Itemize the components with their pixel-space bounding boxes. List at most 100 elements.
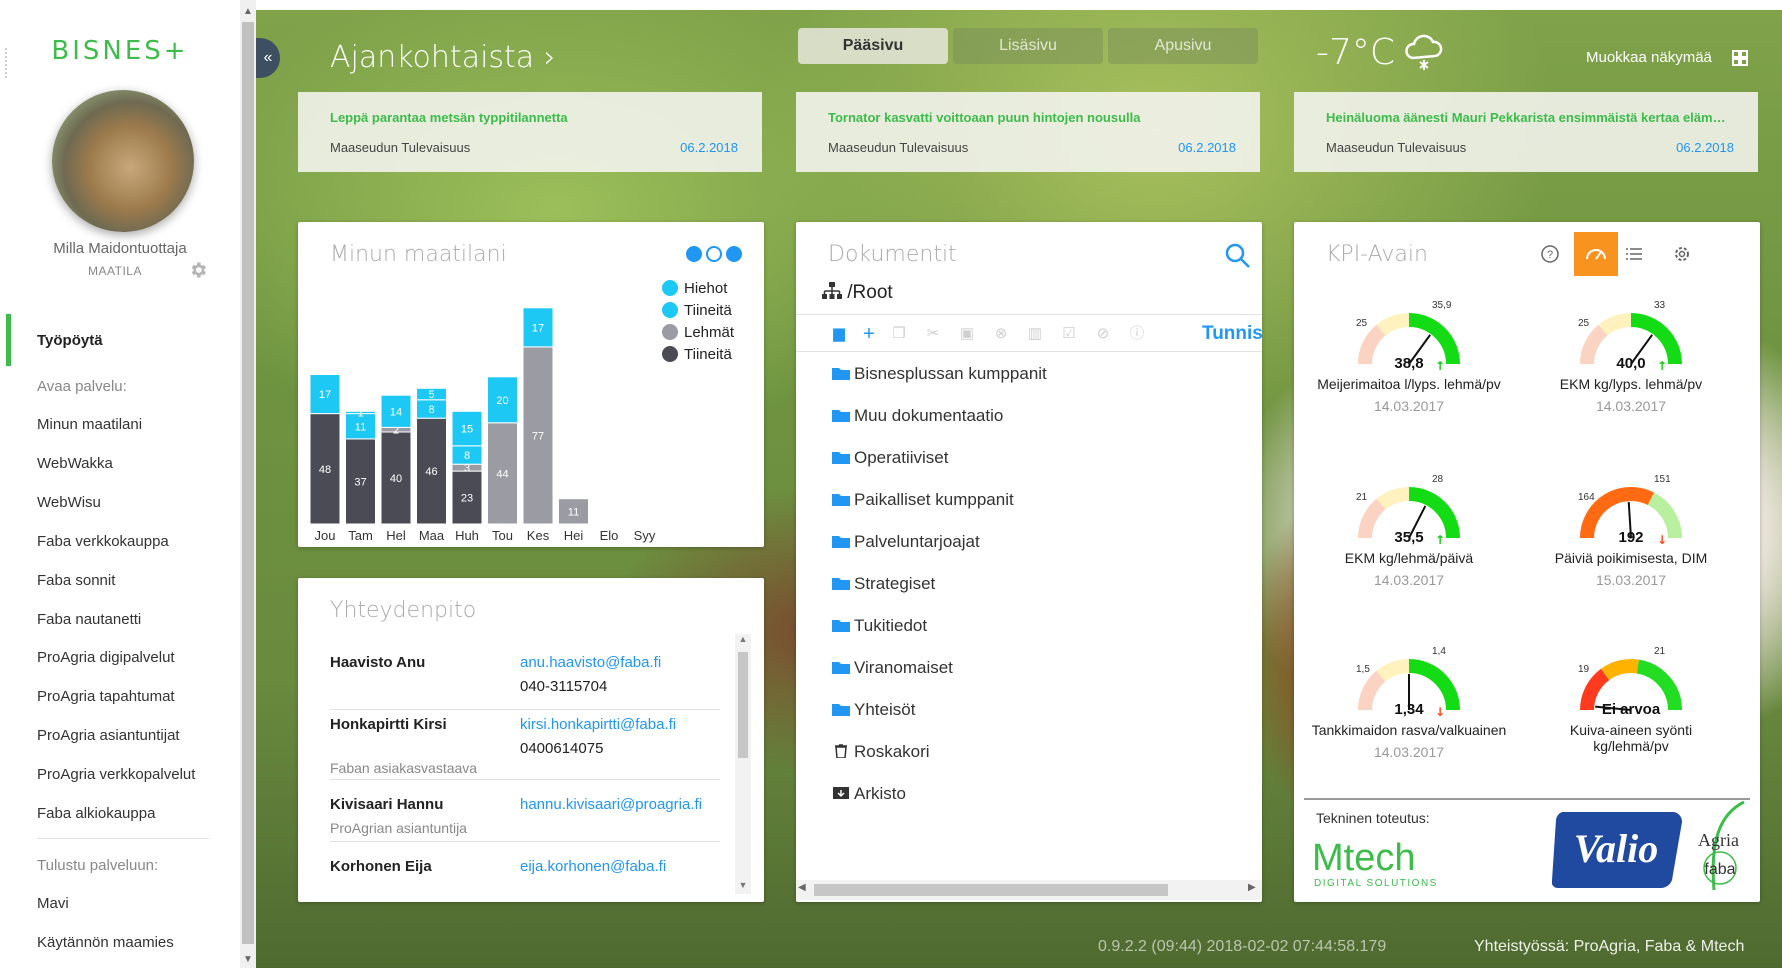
kpi-gauge[interactable]: 19 21 Ei arvoa Kuiva-aineen syönti kg/lehmä… (1516, 620, 1746, 770)
news-card[interactable]: Tornator kasvatti voittoaan puun hintoje… (796, 92, 1260, 172)
cancel-icon[interactable]: ⊗ (992, 325, 1010, 343)
scrollbar-thumb[interactable] (814, 884, 1168, 896)
scroll-up-icon[interactable]: ▲ (735, 634, 751, 644)
pager-dot[interactable] (706, 246, 722, 262)
scroll-up-icon[interactable]: ▲ (240, 4, 256, 20)
tag-label[interactable]: Tunnis (1202, 323, 1262, 345)
legend-swatch[interactable] (662, 280, 678, 296)
grid-icon[interactable] (1732, 50, 1748, 66)
delete-icon[interactable]: ▥ (1026, 325, 1044, 343)
block-icon[interactable]: ⊘ (1094, 325, 1112, 343)
news-headline[interactable]: Leppä parantaa metsän typpitilannetta (330, 110, 730, 125)
folder-item[interactable]: Muu dokumentaatio (832, 406, 1003, 426)
new-folder-icon[interactable]: ▆ (830, 325, 848, 343)
sidebar-scrollbar[interactable]: ▲ ▼ (240, 0, 256, 968)
sidebar-item[interactable]: Käytännön maamies (37, 934, 174, 951)
documents-hscrollbar[interactable]: ◀ ▶ (796, 880, 1262, 900)
breadcrumb-root[interactable]: /Root (847, 282, 892, 303)
sidebar-item[interactable]: Faba nautanetti (37, 611, 141, 628)
scroll-down-icon[interactable]: ▼ (735, 880, 751, 890)
scroll-down-icon[interactable]: ▼ (240, 952, 256, 968)
page-title[interactable]: Ajankohtaista › (330, 40, 556, 75)
paste-icon[interactable]: ▣ (958, 325, 976, 343)
legend-swatch[interactable] (662, 302, 678, 318)
sidebar-item[interactable]: Mavi (37, 895, 69, 912)
search-icon[interactable] (1224, 242, 1252, 270)
breadcrumb[interactable]: /Root (822, 282, 893, 304)
legend-label[interactable]: Tiineitä (684, 302, 732, 319)
cut-icon[interactable]: ✂ (924, 325, 942, 343)
contact-email[interactable]: anu.haavisto@faba.fi (520, 654, 661, 671)
folder-icon (832, 494, 850, 506)
legend-swatch[interactable] (662, 324, 678, 340)
contact-email[interactable]: eija.korhonen@faba.fi (520, 858, 666, 875)
scroll-right-icon[interactable]: ▶ (1248, 882, 1256, 893)
contact-email[interactable]: kirsi.honkapirtti@faba.fi (520, 716, 676, 733)
checklist-icon[interactable]: ☑ (1060, 325, 1078, 343)
sidebar-item[interactable]: ProAgria digipalvelut (37, 649, 175, 666)
folder-item[interactable]: Tukitiedot (832, 616, 927, 636)
scrollbar-thumb[interactable] (738, 652, 748, 758)
sidebar-item[interactable]: ProAgria verkkopalvelut (37, 766, 195, 783)
kpi-gauge[interactable]: 1,5 1,4 1,34 ↓ Tankkimaidon rasva/valkuainen… (1294, 620, 1524, 770)
avatar[interactable] (52, 90, 194, 232)
trash-item[interactable]: Roskakori (832, 742, 930, 762)
sidebar-item[interactable]: ProAgria tapahtumat (37, 688, 175, 705)
legend-label[interactable]: Hiehot (684, 280, 728, 297)
contact-name: Kivisaari Hannu (330, 796, 444, 813)
kpi-gauge[interactable]: 25 33 40,0 ↑ EKM kg/lyps. lehmä/pv 14.03.2017 (1516, 274, 1746, 424)
sidebar-item[interactable]: Faba sonnit (37, 572, 115, 589)
legend-label[interactable]: Tiineitä (684, 346, 732, 363)
section-print-service: Tulustu palveluun: (37, 857, 159, 874)
sidebar-item[interactable]: Faba alkiokauppa (37, 805, 155, 822)
edit-view-button[interactable]: Muokkaa näkymää (1586, 49, 1712, 66)
add-icon[interactable]: + (860, 324, 878, 344)
folder-item[interactable]: Operatiiviset (832, 448, 948, 468)
news-card[interactable]: Leppä parantaa metsän typpitilannetta Ma… (298, 92, 762, 172)
tab-lisasivu[interactable]: Lisäsivu (953, 28, 1103, 64)
scrollbar-thumb[interactable] (242, 22, 254, 944)
sidebar-item[interactable]: WebWisu (37, 494, 101, 511)
sidebar-item[interactable]: Minun maatilani (37, 416, 142, 433)
kpi-gauge[interactable]: 164 151 192 ↓ Päiviä poikimisesta, DIM 15.03.… (1516, 448, 1746, 598)
kpi-gauge[interactable]: 21 28 35,5 ↑ EKM kg/lehmä/päivä 14.03.2017 (1294, 448, 1524, 598)
folder-item[interactable]: Bisnesplussan kumppanit (832, 364, 1047, 384)
settings-icon[interactable] (1660, 232, 1704, 276)
gauge-label: Tankkimaidon rasva/valkuainen (1311, 722, 1507, 738)
news-headline[interactable]: Tornator kasvatti voittoaan puun hintoje… (828, 110, 1228, 125)
gauge-view-icon[interactable] (1574, 232, 1618, 276)
pager-dot[interactable] (686, 246, 702, 262)
tab-apusivu[interactable]: Apusivu (1108, 28, 1258, 64)
gauge-threshold-high: 35,9 (1432, 300, 1452, 311)
sidebar-item[interactable]: WebWakka (37, 455, 113, 472)
copy-icon[interactable]: ❐ (890, 325, 908, 343)
help-icon[interactable]: ? (1528, 232, 1572, 276)
folder-item[interactable]: Yhteisöt (832, 700, 915, 720)
list-view-icon[interactable] (1614, 232, 1658, 276)
kpi-gauge[interactable]: 25 35,9 38,8 ↑ Meijerimaitoa l/lyps. lehmä/p… (1294, 274, 1524, 424)
news-card[interactable]: Heinäluoma äänesti Mauri Pekkarista ensi… (1294, 92, 1758, 172)
folder-item[interactable]: Palveluntarjoajat (832, 532, 980, 552)
gauge-dial: 21 28 35,5 ↑ (1356, 474, 1460, 547)
sidebar-item[interactable]: ProAgria asiantuntijat (37, 727, 180, 744)
news-headline[interactable]: Heinäluoma äänesti Mauri Pekkarista ensi… (1326, 110, 1726, 125)
section-open-service: Avaa palvelu: (37, 378, 127, 395)
scroll-left-icon[interactable]: ◀ (798, 882, 806, 893)
gauge-threshold-high: 151 (1654, 474, 1671, 485)
sidebar-item[interactable]: Faba verkkokauppa (37, 533, 169, 550)
legend-swatch[interactable] (662, 346, 678, 362)
contact-email[interactable]: hannu.kivisaari@proagria.fi (520, 796, 702, 813)
archive-item[interactable]: Arkisto (832, 784, 906, 804)
chart-pager[interactable] (686, 246, 746, 267)
folder-item[interactable]: Strategiset (832, 574, 935, 594)
contacts-scrollbar[interactable]: ▲ ▼ (735, 634, 751, 894)
tab-paasivu[interactable]: Pääsivu (798, 28, 948, 64)
sidebar-item-tyopoyta[interactable]: Työpöytä (37, 332, 103, 349)
gauge-band (1358, 324, 1386, 365)
folder-item[interactable]: Viranomaiset (832, 658, 953, 678)
legend-label[interactable]: Lehmät (684, 324, 735, 341)
folder-item[interactable]: Paikalliset kumppanit (832, 490, 1014, 510)
gear-icon[interactable] (188, 260, 208, 280)
pager-dot[interactable] (726, 246, 742, 262)
info-icon[interactable]: ⓘ (1128, 325, 1146, 343)
